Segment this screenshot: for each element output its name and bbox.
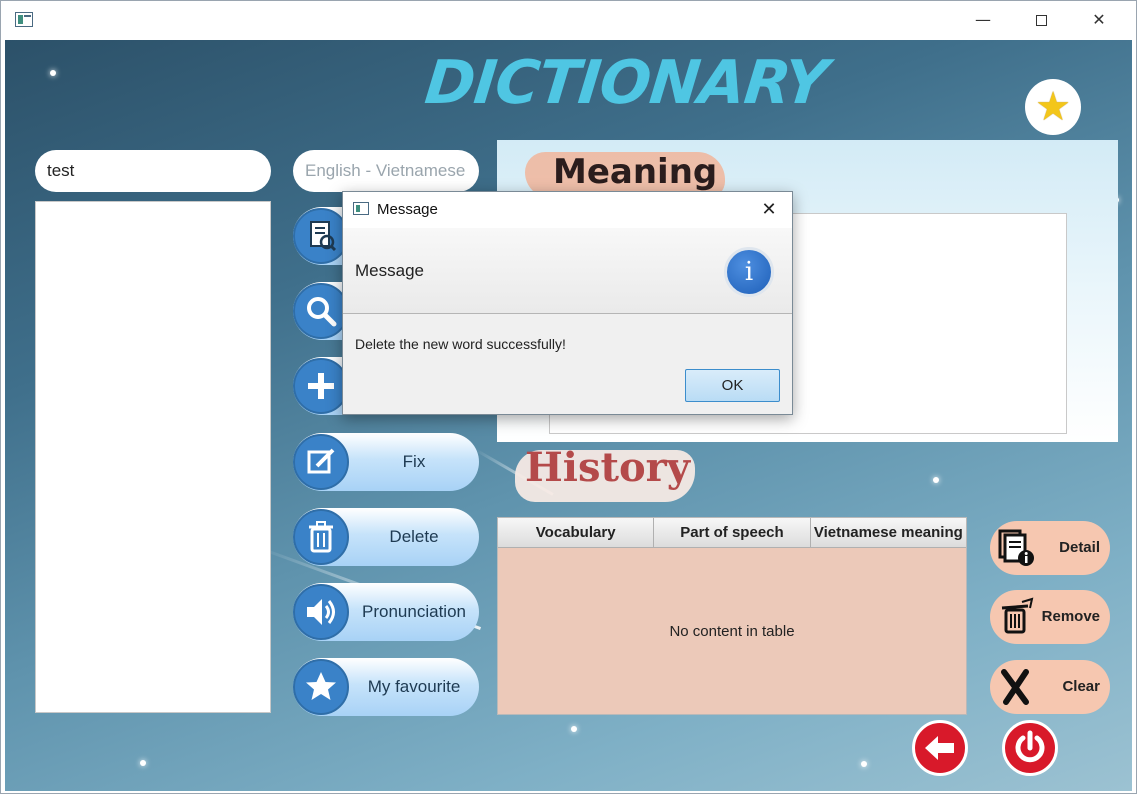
- background-star: [933, 477, 939, 483]
- background-star: [140, 760, 146, 766]
- app-title: DICTIONARY: [421, 48, 831, 118]
- edit-icon: [293, 434, 349, 490]
- app-content: DICTIONARY ★ English - Vietnamese: [5, 40, 1132, 791]
- trash-bin-icon: [1001, 597, 1034, 634]
- star-icon: ★: [1035, 84, 1071, 130]
- x-mark-icon: [1001, 669, 1029, 705]
- fix-button[interactable]: Fix: [293, 433, 479, 491]
- search-input[interactable]: [35, 150, 271, 192]
- history-heading: History: [525, 444, 690, 491]
- dialog-header-text: Message: [355, 261, 424, 280]
- dialog-titlebar: Message ✕: [343, 192, 792, 228]
- history-table-header: Vocabulary Part of speech Vietnamese mea…: [498, 518, 966, 548]
- trash-icon: [293, 509, 349, 565]
- table-placeholder: No content in table: [669, 623, 795, 640]
- dialog-header: Message i: [343, 228, 792, 314]
- power-icon: [1015, 730, 1045, 763]
- delete-label: Delete: [389, 527, 439, 546]
- clear-button[interactable]: Clear: [990, 660, 1110, 714]
- language-select[interactable]: English - Vietnamese: [293, 150, 479, 192]
- app-window: — ✕ DICTIONARY ★ English - Vietnamese: [0, 0, 1137, 794]
- maximize-button[interactable]: [1019, 7, 1063, 33]
- word-list[interactable]: [35, 201, 271, 713]
- history-table[interactable]: Vocabulary Part of speech Vietnamese mea…: [497, 517, 967, 715]
- dialog-message: Delete the new word successfully!: [355, 336, 566, 352]
- pronunciation-label: Pronunciation: [362, 602, 466, 621]
- window-titlebar: — ✕: [1, 1, 1136, 39]
- column-header-part-of-speech[interactable]: Part of speech: [654, 518, 811, 547]
- dialog-app-icon: [353, 202, 369, 215]
- dialog-title: Message: [377, 201, 438, 218]
- delete-button[interactable]: Delete: [293, 508, 479, 566]
- background-star: [861, 761, 867, 767]
- power-button[interactable]: [1002, 720, 1058, 776]
- background-star: [50, 70, 56, 76]
- detail-label: Detail: [1059, 539, 1100, 556]
- document-search-icon: [293, 208, 349, 264]
- fix-label: Fix: [402, 452, 426, 471]
- my-favourite-label: My favourite: [367, 677, 461, 696]
- clear-label: Clear: [1062, 678, 1100, 695]
- plus-icon: [293, 358, 349, 414]
- minimize-button[interactable]: —: [961, 7, 1005, 33]
- pronunciation-button[interactable]: Pronunciation: [293, 583, 479, 641]
- star-outline-icon: [293, 659, 349, 715]
- message-dialog: Message ✕ Message i Delete the new word …: [342, 191, 793, 415]
- info-icon: i: [724, 247, 774, 297]
- ok-button[interactable]: OK: [685, 369, 780, 402]
- document-info-icon: [998, 529, 1034, 566]
- detail-button[interactable]: Detail: [990, 521, 1110, 575]
- dialog-close-button[interactable]: ✕: [754, 196, 784, 224]
- column-header-vietnamese-meaning[interactable]: Vietnamese meaning: [811, 518, 966, 547]
- remove-button[interactable]: Remove: [990, 590, 1110, 644]
- search-icon: [293, 283, 349, 339]
- my-favourite-button[interactable]: My favourite: [293, 658, 479, 716]
- background-star: [571, 726, 577, 732]
- app-window-icon: [15, 12, 33, 27]
- maximize-icon: [1035, 15, 1047, 26]
- back-arrow-icon: [925, 736, 954, 760]
- favourite-star-button[interactable]: ★: [1025, 79, 1081, 135]
- meaning-heading: Meaning: [553, 152, 718, 192]
- remove-label: Remove: [1041, 608, 1100, 625]
- back-button[interactable]: [912, 720, 968, 776]
- speaker-icon: [293, 584, 349, 640]
- column-header-vocabulary[interactable]: Vocabulary: [498, 518, 655, 547]
- close-window-button[interactable]: ✕: [1077, 7, 1121, 33]
